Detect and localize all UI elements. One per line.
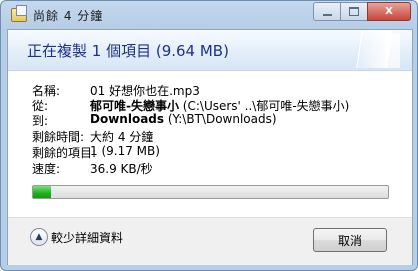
header-band: 正在複製 1 個項目 (9.64 MB) <box>8 30 412 71</box>
detail-value-text: (Y:\BT\Downloads) <box>164 112 277 126</box>
detail-value-bold[interactable]: 郁可唯-失戀事小 <box>90 99 179 113</box>
chevron-up-icon: ▲ <box>30 228 48 246</box>
copy-dialog-window: 尚餘 4 分鐘 X 正在複製 1 個項目 (9.64 MB) 名稱: 01 好想… <box>0 0 418 271</box>
caption-buttons: X <box>313 2 411 21</box>
detail-value-text: 1 (9.17 MB) <box>90 144 160 158</box>
detail-value-text: 01 好想你也在.mp3 <box>90 84 200 98</box>
close-button[interactable]: X <box>367 2 411 21</box>
copy-files-icon <box>11 5 27 22</box>
less-details-button[interactable]: ▲ 較少詳細資料 <box>30 228 123 246</box>
window-title: 尚餘 4 分鐘 <box>33 9 104 23</box>
detail-label: 剩餘時間: <box>32 130 85 144</box>
maximize-button[interactable] <box>340 2 367 21</box>
progress-fill <box>33 186 51 198</box>
cancel-button[interactable]: 取消 <box>313 228 387 252</box>
copy-progress-bar <box>32 185 389 199</box>
detail-value-text: (C:\Users' ..\郁可唯-失戀事小) <box>178 99 350 113</box>
dialog-body: 正在複製 1 個項目 (9.64 MB) 名稱: 01 好想你也在.mp3 從:… <box>7 29 413 265</box>
detail-value: Downloads (Y:\BT\Downloads) <box>90 112 277 126</box>
detail-value: 1 (9.17 MB) <box>90 144 160 158</box>
header-title: 正在複製 1 個項目 (9.64 MB) <box>27 42 229 60</box>
detail-value-text: 大約 4 分鐘 <box>90 130 154 144</box>
detail-value: 36.9 KB/秒 <box>90 160 153 177</box>
detail-value-text: 36.9 KB/秒 <box>90 162 153 176</box>
close-icon: X <box>385 6 393 17</box>
detail-value: 大約 4 分鐘 <box>90 128 153 145</box>
title-bar[interactable]: 尚餘 4 分鐘 X <box>1 1 417 29</box>
dialog-footer: ▲ 較少詳細資料 取消 <box>8 217 412 265</box>
detail-label: 剩餘的項目: <box>32 146 97 160</box>
maximize-icon <box>349 7 359 16</box>
minimize-button[interactable] <box>313 2 340 21</box>
less-details-label: 較少詳細資料 <box>51 230 124 245</box>
detail-label: 速度: <box>32 162 61 176</box>
header-decoration-2 <box>386 34 400 68</box>
minimize-icon <box>322 13 332 16</box>
detail-label: 到: <box>32 114 49 128</box>
detail-value-bold[interactable]: Downloads <box>90 112 164 126</box>
